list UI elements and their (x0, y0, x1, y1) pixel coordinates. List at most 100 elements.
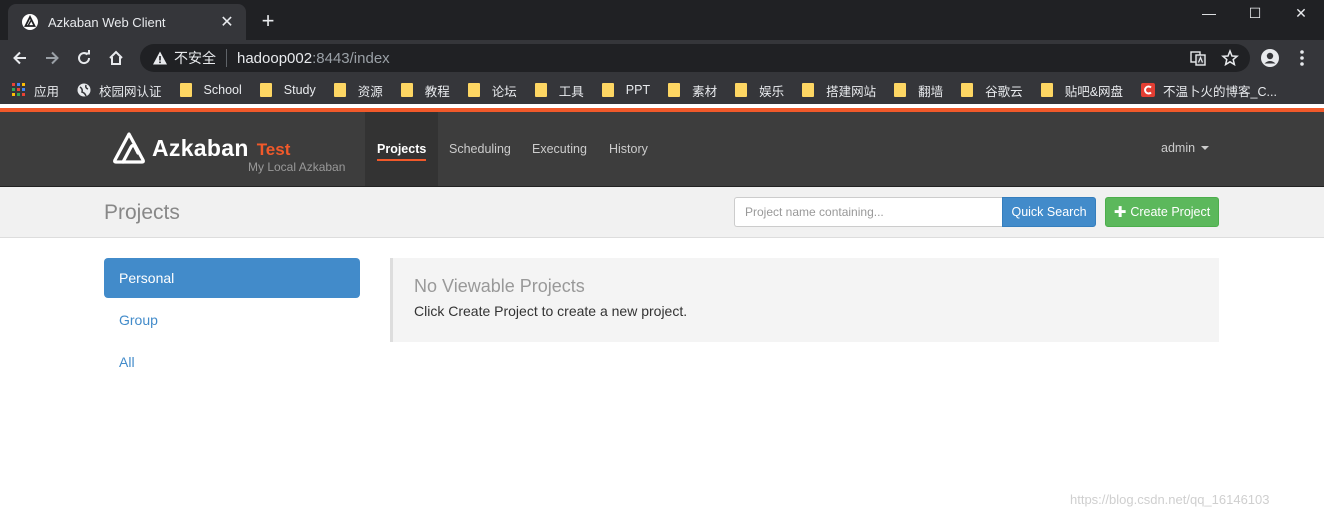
bookmark-label: 谷歌云 (985, 84, 1023, 99)
bookmark-folder[interactable]: School (179, 83, 242, 97)
folder-icon (735, 83, 748, 97)
window-maximize-button[interactable]: ☐ (1232, 0, 1278, 26)
new-tab-button[interactable]: + (256, 10, 280, 32)
bookmark-folder[interactable]: PPT (601, 83, 651, 97)
browser-menu-button[interactable] (1292, 48, 1312, 68)
csdn-icon (1141, 83, 1156, 97)
folder-icon (534, 83, 547, 97)
bookmark-folder[interactable]: 论坛 (467, 81, 517, 100)
bookmark-label: 应用 (34, 84, 60, 99)
bookmark-label: 教程 (424, 84, 450, 99)
bookmark-star-button[interactable] (1220, 48, 1240, 68)
address-bar[interactable]: 不安全 hadoop002:8443/index (140, 44, 1250, 72)
back-arrow-icon (13, 51, 26, 65)
nav-scheduling[interactable]: Scheduling (449, 112, 511, 186)
filter-personal[interactable]: Personal (104, 258, 360, 298)
window-close-button[interactable]: ✕ (1278, 0, 1324, 26)
plus-icon: ✚ (1113, 204, 1127, 221)
reload-icon (78, 50, 91, 65)
bookmark-folder[interactable]: 谷歌云 (961, 81, 1023, 100)
folder-icon (333, 83, 346, 97)
home-button[interactable] (102, 44, 130, 72)
bookmark-folder[interactable]: 资源 (333, 81, 383, 100)
bookmarks-bar: 应用 校园网认证 School Study 资源 教程 论坛 工具 PPT 素材… (0, 76, 1324, 104)
filter-all[interactable]: All (104, 342, 360, 382)
url-path: :8443/index (312, 49, 390, 67)
folder-icon (1040, 83, 1053, 97)
folder-icon (179, 83, 192, 97)
bookmark-folder[interactable]: 素材 (668, 81, 717, 100)
filter-group[interactable]: Group (104, 300, 360, 340)
watermark: https://blog.csdn.net/qq_16146103 (1070, 492, 1270, 507)
apps-grid-icon (12, 83, 25, 96)
browser-tab[interactable]: Azkaban Web Client ✕ (8, 4, 246, 40)
folder-icon (259, 83, 272, 97)
project-search-input[interactable] (734, 197, 1003, 227)
kebab-menu-icon (1300, 50, 1304, 66)
tab-title: Azkaban Web Client (48, 14, 166, 30)
bookmark-folder[interactable]: 娱乐 (735, 81, 784, 100)
back-button[interactable] (6, 44, 34, 72)
bookmark-label: 校园网认证 (99, 84, 162, 99)
folder-icon (668, 83, 681, 97)
bookmark-label: PPT (625, 83, 651, 97)
nav-history[interactable]: History (609, 112, 648, 186)
bookmark-campus-auth[interactable]: 校园网认证 (77, 81, 162, 100)
bookmark-folder[interactable]: 翻墙 (894, 81, 943, 100)
bookmark-label: 不温卜火的博客_C... (1163, 84, 1277, 99)
forward-button[interactable] (38, 44, 66, 72)
bookmark-folder[interactable]: 工具 (534, 81, 584, 100)
page-header: Projects Quick Search ✚ Create Project (0, 187, 1324, 238)
tab-close-icon[interactable]: ✕ (218, 12, 236, 32)
reload-button[interactable] (70, 44, 98, 72)
bookmark-label: 翻墙 (918, 84, 944, 99)
profile-button[interactable] (1260, 48, 1280, 68)
folder-icon (467, 83, 480, 97)
bookmark-label: 娱乐 (759, 84, 785, 99)
quick-search-button[interactable]: Quick Search (1002, 197, 1096, 227)
user-menu[interactable]: admin (1161, 141, 1210, 155)
empty-state-text: Click Create Project to create a new pro… (414, 303, 688, 319)
browser-toolbar: 不安全 hadoop002:8443/index (0, 40, 1324, 76)
create-project-button[interactable]: ✚ Create Project (1105, 197, 1219, 227)
bookmark-label: 工具 (558, 84, 584, 99)
bookmark-label: Study (283, 83, 316, 97)
user-name: admin (1161, 141, 1196, 155)
bookmark-folder[interactable]: Study (259, 83, 316, 97)
nav-projects-label: Projects (377, 142, 427, 161)
folder-icon (802, 83, 815, 97)
warning-icon (153, 51, 167, 65)
bookmark-csdn-blog[interactable]: 不温卜火的博客_C... (1141, 81, 1277, 100)
home-icon (109, 50, 123, 65)
bookmark-folder[interactable]: 教程 (400, 81, 450, 100)
browser-tab-strip: Azkaban Web Client ✕ + — ☐ ✕ (0, 0, 1324, 40)
globe-icon (77, 83, 91, 97)
folder-icon (894, 83, 907, 97)
security-status-label[interactable]: 不安全 (174, 48, 216, 68)
bookmark-apps[interactable]: 应用 (12, 81, 59, 100)
nav-executing[interactable]: Executing (532, 112, 587, 186)
nav-projects[interactable]: Projects (365, 112, 439, 186)
empty-state-title: No Viewable Projects (414, 276, 585, 296)
bookmark-label: 素材 (692, 84, 718, 99)
star-icon (1221, 49, 1239, 67)
azkaban-favicon-icon (22, 14, 38, 30)
bookmark-label: School (203, 83, 242, 97)
folder-icon (601, 83, 614, 97)
window-minimize-button[interactable]: — (1186, 0, 1232, 26)
azkaban-logo-icon (113, 132, 145, 164)
forward-arrow-icon (46, 51, 59, 65)
caret-down-icon (1201, 146, 1210, 150)
bookmark-folder[interactable]: 搭建网站 (802, 81, 876, 100)
url-host: hadoop002 (237, 49, 313, 67)
bookmark-label: 资源 (357, 84, 383, 99)
bookmark-folder[interactable]: 贴吧&网盘 (1040, 81, 1123, 100)
brand-subtitle: My Local Azkaban (248, 160, 346, 174)
page-title: Projects (104, 201, 180, 224)
account-avatar-icon (1261, 49, 1279, 67)
translate-button[interactable] (1188, 48, 1208, 68)
bookmark-label: 搭建网站 (826, 84, 877, 99)
folder-icon (400, 83, 413, 97)
empty-state-callout: No Viewable Projects Click Create Projec… (390, 258, 1219, 342)
brand-name: Azkaban (152, 135, 249, 161)
